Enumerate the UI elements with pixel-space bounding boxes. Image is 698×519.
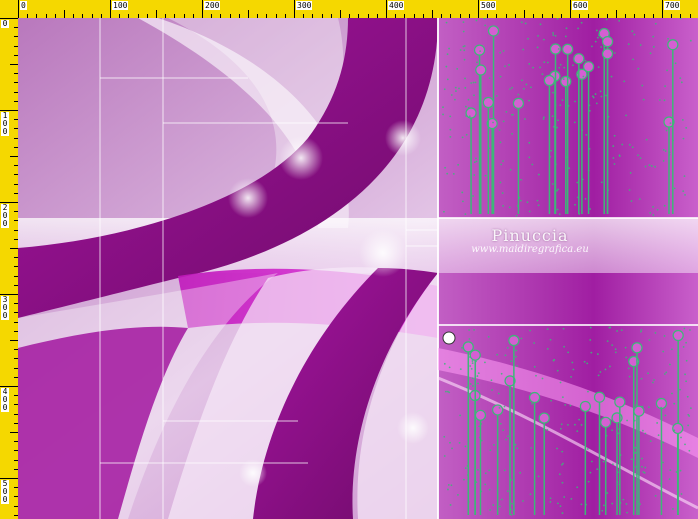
ruler-tick xyxy=(64,10,65,18)
ruler-label: 400 xyxy=(1,387,9,412)
ruler-label: 100 xyxy=(1,111,9,136)
ruler-tick xyxy=(570,0,571,18)
ruler-tick xyxy=(524,10,525,18)
ruler-tick xyxy=(202,0,203,18)
ruler-tick xyxy=(10,64,18,65)
vertical-ruler[interactable]: 0 100 200 300 400 500 xyxy=(0,18,19,519)
ruler-tick xyxy=(10,340,18,341)
ruler-label: 0 xyxy=(20,1,27,10)
ruler-label: 0 xyxy=(1,19,9,28)
artwork xyxy=(18,18,698,519)
watermark-site: www.maidiregrafica.eu xyxy=(471,244,589,255)
ruler-label: 100 xyxy=(112,1,129,10)
ruler-tick xyxy=(18,0,19,18)
ruler-tick xyxy=(156,10,157,18)
ruler-tick xyxy=(340,10,341,18)
watermark: Pinuccia www.maidiregrafica.eu xyxy=(455,226,605,255)
ruler-tick xyxy=(10,432,18,433)
ruler-label: 300 xyxy=(1,295,9,320)
ruler-tick xyxy=(662,0,663,18)
ruler-tick xyxy=(432,10,433,18)
ruler-label: 200 xyxy=(1,203,9,228)
horizontal-ruler[interactable]: 0 100 200 300 400 500 600 700 xyxy=(0,0,698,19)
ruler-tick xyxy=(294,0,295,18)
ruler-tick xyxy=(110,0,111,18)
ruler-label: 500 xyxy=(480,1,497,10)
ruler-label: 600 xyxy=(572,1,589,10)
watermark-name: Pinuccia xyxy=(491,226,569,245)
ruler-tick xyxy=(478,0,479,18)
ruler-tick xyxy=(10,248,18,249)
ruler-tick xyxy=(616,10,617,18)
ruler-label: 200 xyxy=(204,1,221,10)
selection-cursor-icon xyxy=(442,331,456,345)
ruler-label: 500 xyxy=(1,479,9,504)
ruler-tick xyxy=(386,0,387,18)
ruler-label: 300 xyxy=(296,1,313,10)
ruler-label: 700 xyxy=(664,1,681,10)
image-canvas[interactable]: Pinuccia www.maidiregrafica.eu xyxy=(18,18,698,519)
ruler-tick xyxy=(248,10,249,18)
ruler-label: 400 xyxy=(388,1,405,10)
ruler-tick xyxy=(10,156,18,157)
